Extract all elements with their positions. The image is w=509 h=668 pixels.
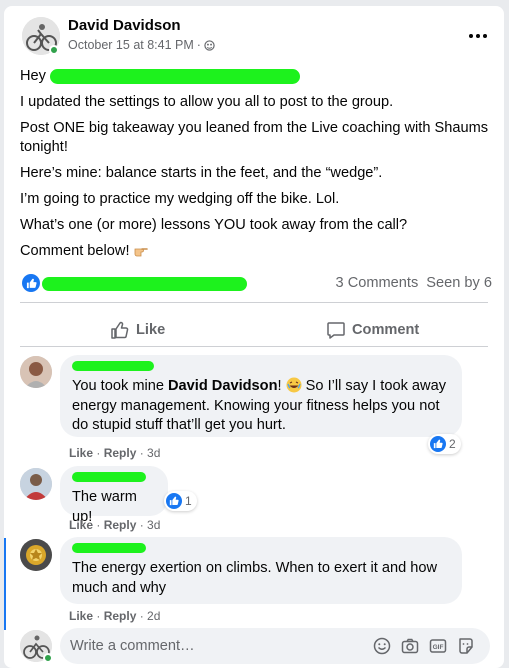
comment-reply-link[interactable]: Reply [104, 609, 137, 623]
post-meta: October 15 at 8:41 PM · [68, 38, 215, 52]
comment-actions: Like · Reply · 2d [69, 609, 161, 623]
comment-button[interactable]: Comment [326, 313, 419, 347]
comment-time[interactable]: 2d [147, 609, 160, 623]
comment-icon [327, 322, 345, 339]
sticker-icon[interactable] [457, 637, 475, 655]
comment-button-label: Comment [352, 322, 420, 338]
reactions-summary: 3 Comments Seen by 6 [20, 272, 492, 294]
post-paragraph: Here’s mine: balance starts in the feet,… [20, 165, 383, 181]
redacted-commenter-name [72, 361, 154, 371]
svg-text:GIF: GIF [433, 644, 444, 651]
comment-reply-link[interactable]: Reply [104, 446, 137, 460]
post-paragraph: What’s one (or more) lessons YOU took aw… [20, 217, 408, 233]
comment-like-link[interactable]: Like [69, 609, 93, 623]
comments-count[interactable]: 3 Comments [336, 275, 419, 291]
comment-text: The energy exertion on climbs. When to e… [72, 560, 438, 596]
comment-bubble: The warm up! [60, 466, 168, 525]
comment-actions: Like · Reply · 3d [69, 446, 161, 460]
comment-bubble: You took mine David Davidson! So I’ll sa… [60, 355, 462, 437]
post-greeting: Hey [20, 68, 46, 84]
comment-like-link[interactable]: Like [69, 518, 93, 532]
redacted-reactor-names [42, 277, 247, 291]
laughing-emoji-icon [286, 377, 302, 393]
comment-time[interactable]: 3d [147, 518, 160, 532]
commenter-avatar[interactable] [20, 539, 52, 571]
comment-input[interactable] [70, 628, 360, 664]
comment-composer: GIF [60, 628, 490, 664]
comment-like-link[interactable]: Like [69, 446, 93, 460]
pointing-hand-icon [134, 248, 148, 257]
comment-reaction-count[interactable]: 2 [428, 434, 461, 454]
comment-mention[interactable]: David Davidson [168, 378, 277, 394]
online-status-dot [43, 653, 53, 663]
seen-by-count[interactable]: Seen by 6 [426, 275, 492, 291]
comment-text: You took mine [72, 378, 169, 394]
post-card: David Davidson October 15 at 8:41 PM · H… [4, 6, 504, 668]
post-paragraph: Post ONE big takeaway you leaned from th… [20, 120, 489, 155]
comment-reply-link[interactable]: Reply [104, 518, 137, 532]
post-last-line: Comment below! [20, 243, 130, 259]
redacted-commenter-name [72, 472, 146, 482]
commenter-avatar[interactable] [20, 468, 52, 500]
divider [20, 346, 488, 347]
post-body: Hey I updated the settings to allow you … [20, 67, 490, 268]
thread-indicator [4, 538, 6, 630]
group-icon [204, 39, 215, 51]
gif-icon[interactable]: GIF [429, 637, 447, 655]
like-reaction-icon[interactable] [22, 274, 40, 292]
like-reaction-icon [430, 436, 446, 452]
commenter-avatar[interactable] [20, 356, 52, 388]
divider [20, 302, 488, 303]
emoji-icon[interactable] [373, 637, 391, 655]
comment-actions: Like · Reply · 3d [69, 518, 161, 532]
like-button[interactable]: Like [110, 313, 165, 347]
more-options-icon[interactable] [466, 26, 490, 46]
redacted-commenter-name [72, 543, 146, 553]
comment-time[interactable]: 3d [147, 446, 160, 460]
like-reaction-icon [166, 493, 182, 509]
thumbs-up-icon [111, 321, 129, 339]
comment-bubble: The energy exertion on climbs. When to e… [60, 537, 462, 604]
camera-icon[interactable] [401, 637, 419, 655]
post-paragraph: I updated the settings to allow you all … [20, 94, 394, 110]
post-timestamp[interactable]: October 15 at 8:41 PM [68, 38, 194, 52]
like-button-label: Like [136, 322, 166, 338]
comment-reaction-count[interactable]: 1 [164, 491, 197, 511]
online-status-dot [49, 45, 59, 55]
post-paragraph: I’m going to practice my wedging off the… [20, 191, 340, 207]
redacted-mentions [50, 68, 301, 84]
post-author-name[interactable]: David Davidson [68, 17, 181, 34]
